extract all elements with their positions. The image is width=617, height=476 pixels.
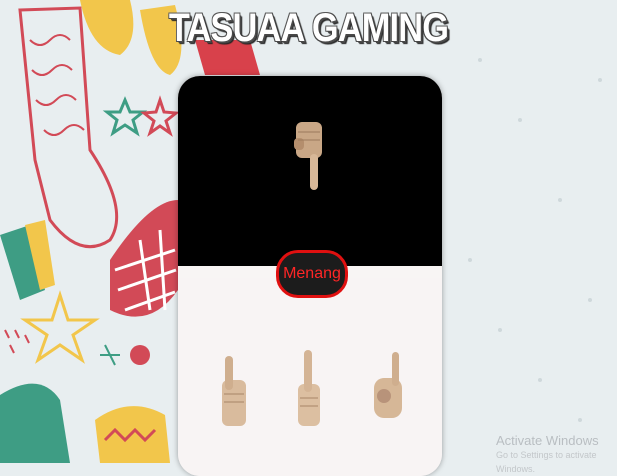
thumb-side-hand-icon[interactable] — [216, 350, 250, 428]
watermark-title: Activate Windows — [496, 433, 599, 448]
watermark-subtitle: Go to Settings to activate Windows. — [496, 450, 597, 474]
index-finger-up-hand-icon[interactable] — [294, 348, 324, 428]
windows-activation-watermark: Activate Windows Go to Settings to activ… — [496, 434, 617, 476]
computer-choice-panel — [178, 76, 442, 266]
page-title: TASUAA GAMING — [168, 6, 449, 50]
pointing-down-hand-icon — [294, 122, 322, 190]
pinky-up-hand-icon[interactable] — [370, 348, 406, 424]
player-choices-panel — [178, 278, 442, 476]
result-button[interactable]: Menang — [276, 250, 348, 298]
